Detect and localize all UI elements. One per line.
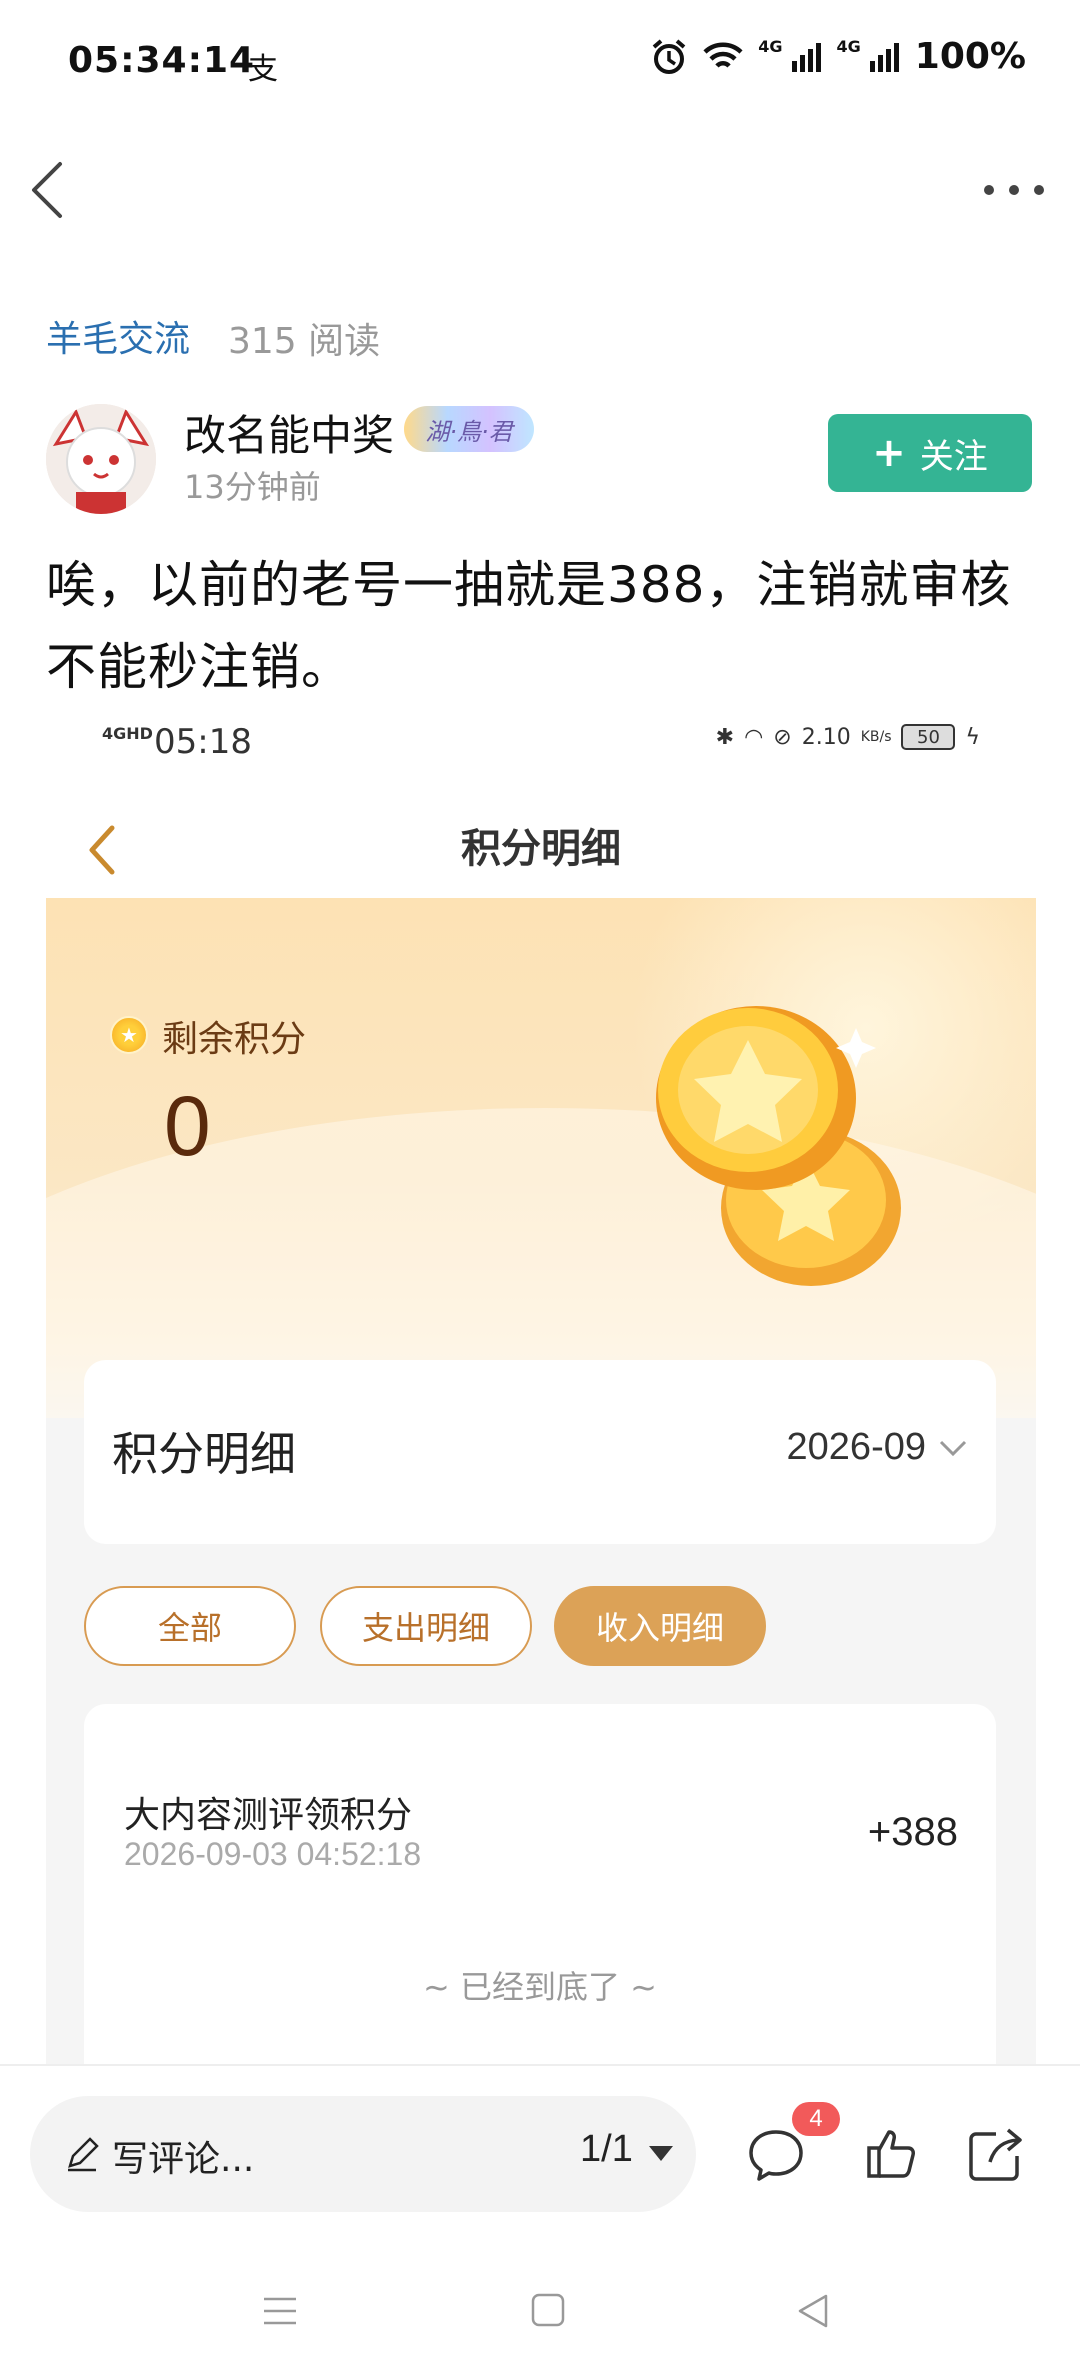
alarm-icon bbox=[652, 38, 686, 74]
comment-count-badge: 4 bbox=[792, 2102, 840, 2136]
screen: { "status_bar": {"time": "05:34:14", "no… bbox=[0, 0, 1080, 2376]
back-icon[interactable] bbox=[24, 158, 74, 222]
status-icons: 4G 4G 100% bbox=[650, 36, 1026, 77]
image-battery: 50 bbox=[901, 724, 956, 750]
coin-small-icon: ★ bbox=[110, 1016, 148, 1054]
caret-down-icon[interactable] bbox=[648, 2144, 674, 2162]
follow-button[interactable]: + 关注 bbox=[828, 414, 1032, 492]
mute-icon: ⊘ bbox=[773, 724, 792, 750]
battery-level: 100% bbox=[914, 36, 1026, 77]
coins-illustration-icon bbox=[656, 1006, 901, 1286]
follow-label: 关注 bbox=[919, 436, 988, 477]
more-dot bbox=[1034, 185, 1044, 195]
more-dot bbox=[984, 185, 994, 195]
signal-icon-a bbox=[791, 42, 821, 72]
home-icon[interactable] bbox=[530, 2292, 566, 2328]
image-status-time: 05:18 bbox=[154, 722, 252, 762]
detail-title: 积分明细 bbox=[112, 1427, 296, 1481]
wifi-icon bbox=[703, 42, 743, 68]
signal-icon-b bbox=[869, 42, 899, 72]
author-badge: 湖·鳥·君 bbox=[404, 406, 534, 452]
balance-label: 剩余积分 bbox=[162, 1019, 307, 1060]
more-icon[interactable] bbox=[984, 170, 1044, 210]
plus-icon: + bbox=[872, 430, 906, 476]
share-icon[interactable] bbox=[966, 2126, 1024, 2182]
speed-value: 2.10 bbox=[801, 724, 851, 750]
end-of-list-note: ~ 已经到底了 ~ bbox=[423, 1968, 657, 2006]
balance-value: 0 bbox=[164, 1079, 211, 1173]
points-banner: ★ 剩余积分 0 bbox=[46, 898, 1036, 1418]
records-card: 大内容测评领积分 2026-09-03 04:52:18 +388 ~ 已经到底… bbox=[84, 1704, 996, 2064]
comment-icon[interactable] bbox=[746, 2126, 806, 2182]
filter-all: 全部 bbox=[84, 1586, 296, 1666]
headphones-icon: ◠ bbox=[744, 724, 764, 750]
nav-back-icon[interactable] bbox=[796, 2292, 830, 2330]
record-amount: +388 bbox=[867, 1810, 958, 1854]
speed-unit: KB/s bbox=[860, 729, 892, 745]
bluetooth-icon: ✱ bbox=[715, 724, 735, 750]
image-status-icons: ✱ ◠ ⊘ 2.10 KB/s 50 ϟ bbox=[716, 724, 980, 750]
alipay-notification-icon: 支 bbox=[248, 52, 278, 87]
chevron-down-icon bbox=[939, 1440, 967, 1457]
post-image[interactable]: 4GHD 05:18 ✱ ◠ ⊘ 2.10 KB/s 50 ϟ 积分明细 ★ 剩… bbox=[46, 710, 1036, 2064]
page-indicator[interactable]: 1/1 bbox=[580, 2128, 633, 2171]
more-dot bbox=[1009, 185, 1019, 195]
filter-expense: 支出明细 bbox=[320, 1586, 532, 1666]
image-network-type: 4GHD bbox=[102, 724, 153, 743]
author-name[interactable]: 改名能中奖 bbox=[184, 402, 394, 463]
post-time: 13分钟前 bbox=[184, 468, 321, 506]
author-avatar[interactable] bbox=[46, 404, 156, 514]
avatar-illustration bbox=[46, 404, 156, 514]
like-icon[interactable] bbox=[866, 2126, 918, 2180]
forum-link[interactable]: 羊毛交流 bbox=[46, 310, 190, 362]
detail-card: 积分明细 2026-09 bbox=[84, 1360, 996, 1544]
menu-icon[interactable] bbox=[262, 2296, 298, 2326]
post-body: 唉，以前的老号一抽就是388，注销就审核不能秒注销。 bbox=[46, 556, 1012, 696]
read-count: 315 阅读 bbox=[228, 321, 381, 362]
filter-income: 收入明细 bbox=[554, 1586, 766, 1666]
comment-placeholder[interactable]: 写评论... bbox=[112, 2130, 254, 2182]
record-date: 2026-09-03 04:52:18 bbox=[124, 1836, 422, 1872]
network-type-b: 4G bbox=[836, 37, 861, 56]
record-title: 大内容测评领积分 bbox=[124, 1795, 413, 1836]
image-page-title: 积分明细 bbox=[461, 826, 621, 872]
status-time: 05:34:14 bbox=[68, 40, 256, 81]
month-selector: 2026-09 bbox=[786, 1426, 926, 1468]
charging-icon: ϟ bbox=[965, 724, 980, 750]
network-type-a: 4G bbox=[758, 37, 783, 56]
pencil-icon bbox=[68, 2137, 99, 2172]
